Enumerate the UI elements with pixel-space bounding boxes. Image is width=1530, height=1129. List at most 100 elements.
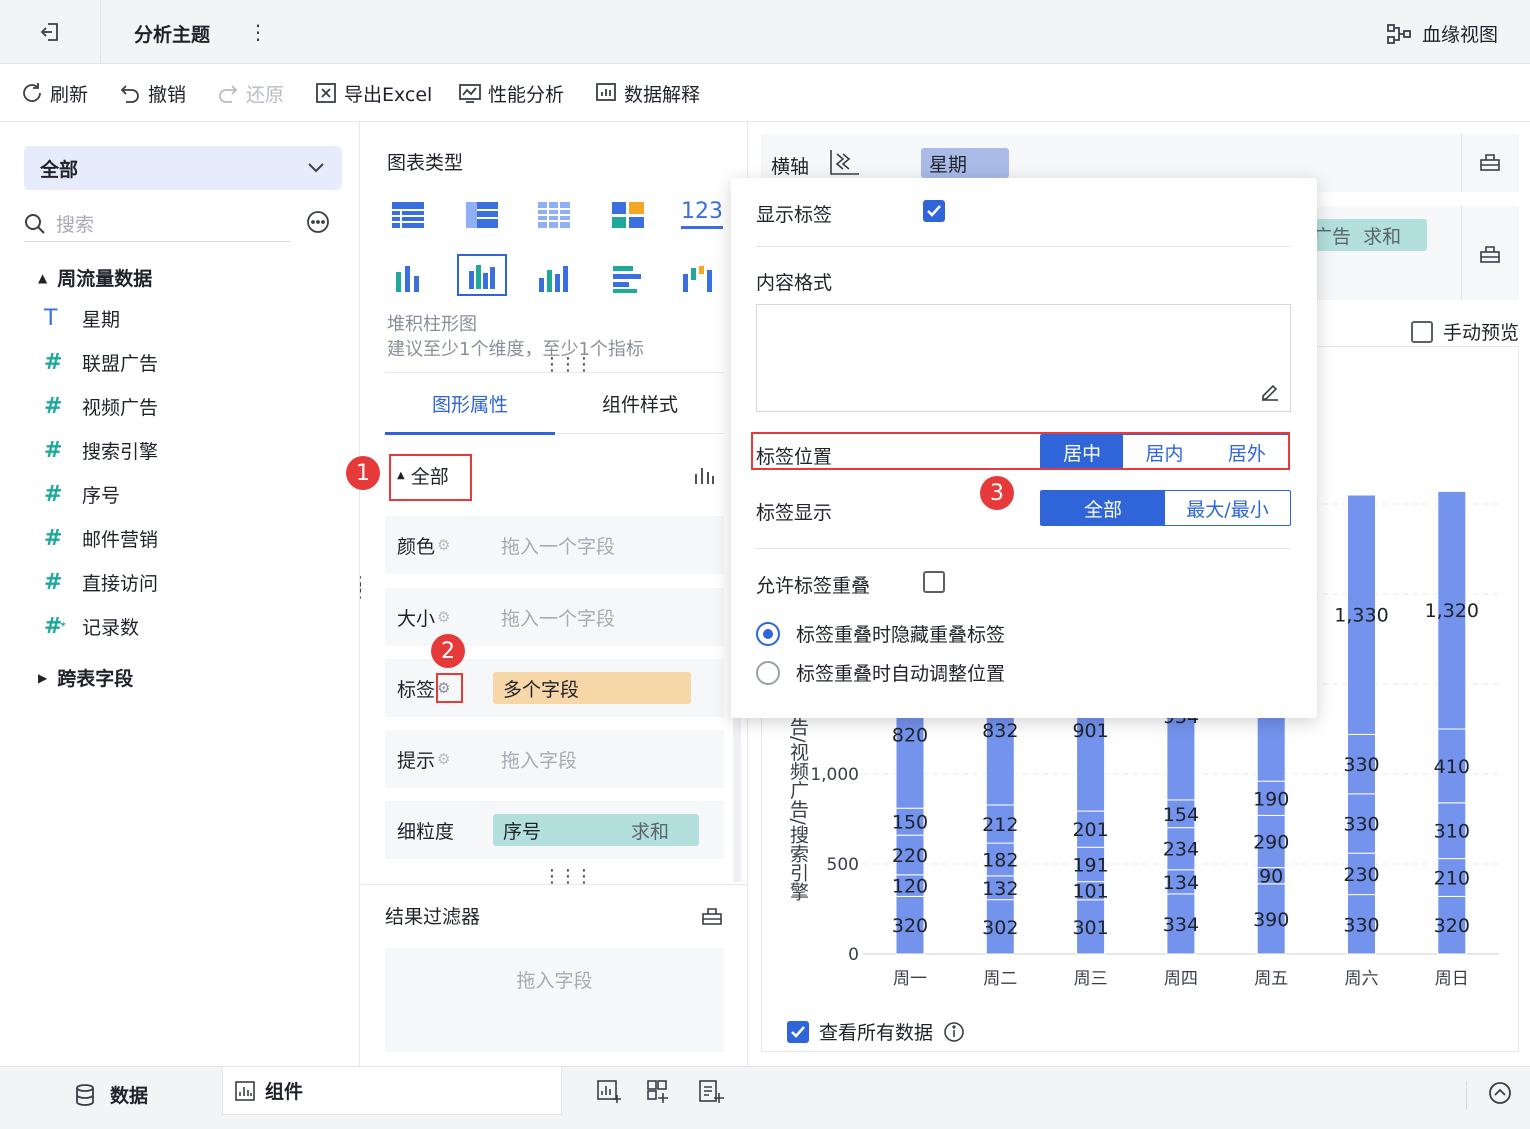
field-label: 邮件营销 bbox=[82, 528, 159, 551]
field-item[interactable]: # 搜索引擎 bbox=[44, 430, 158, 470]
add-dashboard-icon[interactable] bbox=[646, 1079, 672, 1105]
granularity-label: 细粒度 bbox=[397, 820, 455, 843]
field-item[interactable]: # * 记录数 bbox=[44, 606, 139, 646]
grouped-bar-icon[interactable] bbox=[393, 264, 423, 294]
content-format-box[interactable] bbox=[756, 304, 1291, 412]
table-node[interactable]: ▲ 周流量数据 bbox=[38, 264, 152, 291]
computed-field-icon: # * bbox=[44, 613, 66, 639]
gear-icon[interactable]: ⚙ bbox=[437, 536, 450, 554]
add-story-icon[interactable] bbox=[698, 1079, 724, 1105]
x-tick-label: 周二 bbox=[983, 969, 1017, 989]
auto-adjust-label: 标签重叠时自动调整位置 bbox=[796, 663, 1006, 685]
granularity-agg: 求和 bbox=[630, 820, 669, 843]
field-item[interactable]: # 联盟广告 bbox=[44, 342, 158, 382]
database-icon bbox=[74, 1083, 96, 1107]
field-item[interactable]: # 直接访问 bbox=[44, 562, 158, 602]
data-label: 330 bbox=[1343, 814, 1379, 836]
filter-settings-icon[interactable] bbox=[701, 906, 723, 926]
field-label: 记录数 bbox=[82, 616, 140, 639]
waterfall-chart-icon[interactable] bbox=[681, 264, 713, 294]
y-tick-label: 0 bbox=[848, 945, 859, 965]
tab-component-style[interactable]: 组件样式 bbox=[555, 390, 725, 417]
page-title: 分析主题 bbox=[134, 24, 211, 46]
explain-icon bbox=[594, 81, 618, 105]
granularity-field: 序号 bbox=[503, 820, 542, 843]
cross-table-icon[interactable] bbox=[465, 200, 499, 230]
more-menu-icon[interactable]: ⋮ bbox=[248, 20, 268, 44]
hide-overlap-radio[interactable] bbox=[756, 621, 780, 646]
field-item[interactable]: # 视频广告 bbox=[44, 386, 158, 426]
field-item[interactable]: # 序号 bbox=[44, 474, 120, 514]
filter-drop-zone[interactable]: 拖入字段 bbox=[385, 948, 724, 1052]
display-maxmin-option[interactable]: 最大/最小 bbox=[1165, 491, 1290, 525]
auto-adjust-option[interactable]: 标签重叠时自动调整位置 bbox=[756, 659, 1005, 686]
excel-icon bbox=[314, 81, 338, 105]
detail-table-icon[interactable] bbox=[537, 200, 571, 230]
performance-button[interactable]: 性能分析 bbox=[458, 64, 564, 122]
tab-graph-props[interactable]: 图形属性 bbox=[385, 390, 555, 417]
data-label: 120 bbox=[892, 876, 928, 898]
text-type-icon: T bbox=[44, 305, 58, 331]
display-all-option[interactable]: 全部 bbox=[1041, 491, 1165, 525]
column-chart-icon[interactable] bbox=[537, 264, 569, 294]
view-all-toggle[interactable]: 查看所有数据 bbox=[787, 1018, 965, 1045]
show-label-checkbox[interactable] bbox=[923, 200, 945, 222]
gear-icon[interactable]: ⚙ bbox=[437, 750, 450, 768]
chevron-down-icon bbox=[306, 161, 326, 175]
table-chart-icon[interactable] bbox=[391, 200, 425, 230]
info-icon[interactable] bbox=[943, 1021, 965, 1043]
perf-icon bbox=[458, 81, 482, 105]
data-label: 90 bbox=[1259, 866, 1283, 888]
back-icon[interactable] bbox=[38, 20, 62, 44]
lineage-label: 血缘视图 bbox=[1422, 24, 1499, 46]
number-type-icon: # bbox=[44, 393, 63, 419]
stacked-bar-icon[interactable] bbox=[457, 254, 507, 296]
cross-table-node[interactable]: ▶ 跨表字段 bbox=[38, 664, 133, 691]
hide-overlap-option[interactable]: 标签重叠时隐藏重叠标签 bbox=[756, 620, 1005, 647]
auto-adjust-radio[interactable] bbox=[756, 660, 780, 685]
bar-chart-icon[interactable] bbox=[693, 466, 715, 486]
data-explain-button[interactable]: 数据解释 bbox=[594, 64, 700, 122]
allow-overlap-checkbox[interactable] bbox=[923, 571, 945, 593]
export-label: 导出Excel bbox=[344, 83, 433, 106]
redo-button[interactable]: 还原 bbox=[216, 64, 284, 122]
header-divider bbox=[100, 0, 101, 64]
data-tab[interactable]: 数据 bbox=[74, 1081, 148, 1108]
kpi-card-icon[interactable] bbox=[611, 200, 645, 230]
tooltip-label: 提示 ⚙ bbox=[397, 749, 451, 772]
undo-label: 撤销 bbox=[148, 83, 187, 106]
component-tab[interactable]: 组件 bbox=[222, 1067, 562, 1115]
scope-select[interactable]: 全部 bbox=[24, 146, 342, 190]
data-label: 410 bbox=[1434, 756, 1470, 778]
show-label-text: 显示标签 bbox=[756, 204, 833, 226]
refresh-button[interactable]: 刷新 bbox=[20, 64, 88, 122]
view-all-checkbox[interactable] bbox=[787, 1020, 809, 1043]
granularity-row[interactable]: 细粒度 序号 求和 bbox=[385, 801, 724, 859]
search-input[interactable]: 搜索 bbox=[24, 206, 290, 242]
tooltip-row[interactable]: 提示 ⚙ 拖入字段 bbox=[385, 730, 724, 788]
number-type-icon: # bbox=[44, 437, 63, 463]
add-chart-icon[interactable] bbox=[596, 1079, 622, 1105]
color-placeholder: 拖入一个字段 bbox=[501, 535, 616, 558]
export-excel-button[interactable]: 导出Excel bbox=[314, 64, 432, 122]
granularity-field-pill[interactable]: 序号 求和 bbox=[493, 814, 699, 846]
component-tab-label: 组件 bbox=[265, 1081, 304, 1103]
cross-table-label: 跨表字段 bbox=[57, 668, 134, 690]
horizontal-bar-icon[interactable] bbox=[611, 264, 643, 294]
color-row[interactable]: 颜色 ⚙ 拖入一个字段 bbox=[385, 516, 724, 574]
undo-button[interactable]: 撤销 bbox=[118, 64, 186, 122]
more-options-icon[interactable] bbox=[306, 210, 330, 234]
field-label: 搜索引擎 bbox=[82, 440, 159, 463]
field-item[interactable]: T 星期 bbox=[44, 298, 120, 338]
number-type-icon: # bbox=[44, 525, 63, 551]
label-field-pill[interactable]: 多个字段 bbox=[493, 672, 691, 704]
edit-icon[interactable] bbox=[1259, 380, 1281, 402]
number-chart-icon[interactable]: 123 bbox=[681, 198, 723, 229]
data-label: 290 bbox=[1253, 832, 1289, 854]
lineage-icon bbox=[1386, 23, 1412, 45]
lineage-view-button[interactable]: 血缘视图 bbox=[1386, 20, 1498, 47]
field-item[interactable]: # 邮件营销 bbox=[44, 518, 158, 558]
gear-icon[interactable]: ⚙ bbox=[437, 608, 450, 626]
collapse-up-icon[interactable] bbox=[1488, 1081, 1512, 1105]
data-label: 134 bbox=[1163, 872, 1199, 894]
